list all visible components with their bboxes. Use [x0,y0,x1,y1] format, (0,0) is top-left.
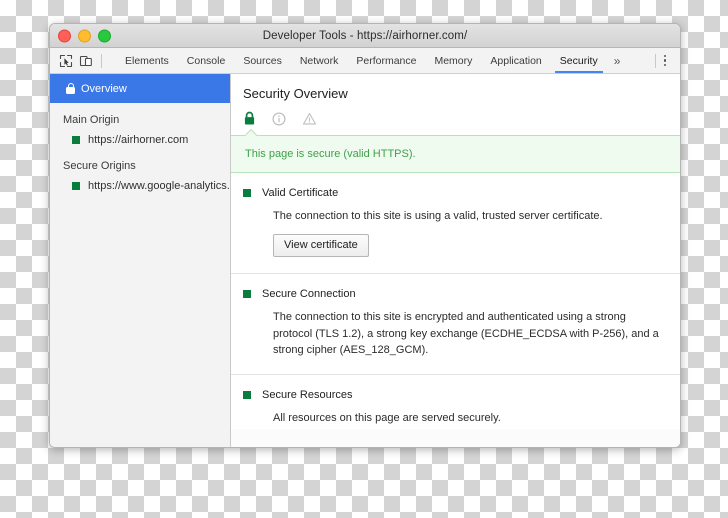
security-sections: Valid Certificate The connection to this… [231,173,680,429]
devtools-tab-bar: Elements Console Sources Network Perform… [50,48,680,74]
banner-notch [246,129,258,136]
section-secure-connection: Secure Connection The connection to this… [231,274,680,376]
section-secure-resources: Secure Resources All resources on this p… [231,375,680,429]
info-icon[interactable] [272,111,286,126]
tool-icon-group [50,48,112,73]
window-title: Developer Tools - https://airhorner.com/ [262,29,468,42]
security-sidebar: Overview Main Origin https://airhorner.c… [50,74,231,447]
minimize-button[interactable] [78,29,91,42]
more-tabs-chevron-icon[interactable]: » [607,48,628,73]
sidebar-origin-secure-1-label: https://www.google-analytics.co [88,180,231,192]
tab-list: Elements Console Sources Network Perform… [112,48,627,73]
maximize-button[interactable] [98,29,111,42]
close-button[interactable] [58,29,71,42]
sidebar-group-main-origin-label: Main Origin [63,114,120,126]
inspect-cursor-icon[interactable] [58,53,73,68]
section-description: The connection to this site is encrypted… [273,311,659,356]
device-toolbar-icon[interactable] [78,53,93,68]
tab-security[interactable]: Security [551,48,607,73]
section-description: All resources on this page are served se… [273,412,501,425]
tab-application[interactable]: Application [481,48,550,73]
tab-performance[interactable]: Performance [347,48,425,73]
toolbar-divider-right [654,53,656,68]
tab-network[interactable]: Network [291,48,348,73]
sidebar-group-secure-origins-label: Secure Origins [63,160,136,172]
devtools-window: Developer Tools - https://airhorner.com/… [49,23,681,448]
section-head: Secure Resources [243,389,664,401]
section-valid-certificate: Valid Certificate The connection to this… [231,173,680,275]
section-title: Secure Resources [262,389,353,402]
security-state-icons [243,111,680,134]
sidebar-item-overview-label: Overview [81,82,127,95]
lock-icon[interactable] [243,111,256,126]
sidebar-origin-main-label: https://airhorner.com [88,134,189,146]
kebab-menu-icon[interactable] [659,54,672,67]
sidebar-origin-main[interactable]: https://airhorner.com [50,131,230,149]
tab-bar-right [652,48,681,73]
page-title: Security Overview [243,86,348,101]
secure-state-icon [243,189,251,197]
tab-memory[interactable]: Memory [425,48,481,73]
lock-icon [66,83,75,94]
secure-state-icon [243,391,251,400]
tab-console[interactable]: Console [178,48,235,73]
section-title: Valid Certificate [262,187,339,199]
section-title: Secure Connection [262,288,356,301]
sidebar-item-overview[interactable]: Overview [50,74,230,103]
security-summary-banner-wrap: This page is secure (valid HTTPS). [231,135,680,173]
view-certificate-button[interactable]: View certificate [273,234,369,258]
security-overview-header: Security Overview [231,74,680,134]
window-controls [58,29,111,42]
secure-state-icon [72,136,80,144]
section-head: Valid Certificate [243,187,664,199]
panel-footer-space [231,429,680,447]
sidebar-origin-secure-1[interactable]: https://www.google-analytics.co [50,177,230,195]
secure-state-icon [72,182,80,190]
toolbar-divider [101,53,102,68]
tab-elements[interactable]: Elements [116,48,178,73]
title-bar: Developer Tools - https://airhorner.com/ [50,24,680,48]
devtools-body: Overview Main Origin https://airhorner.c… [50,74,680,447]
section-description: The connection to this site is using a v… [273,210,603,222]
section-head: Secure Connection [243,288,664,300]
tab-sources[interactable]: Sources [234,48,291,73]
security-main-panel: Security Overview This page is secure (v… [231,74,680,447]
secure-state-icon [243,290,251,299]
security-summary-banner: This page is secure (valid HTTPS). [231,135,680,173]
warning-triangle-icon[interactable] [302,112,317,126]
